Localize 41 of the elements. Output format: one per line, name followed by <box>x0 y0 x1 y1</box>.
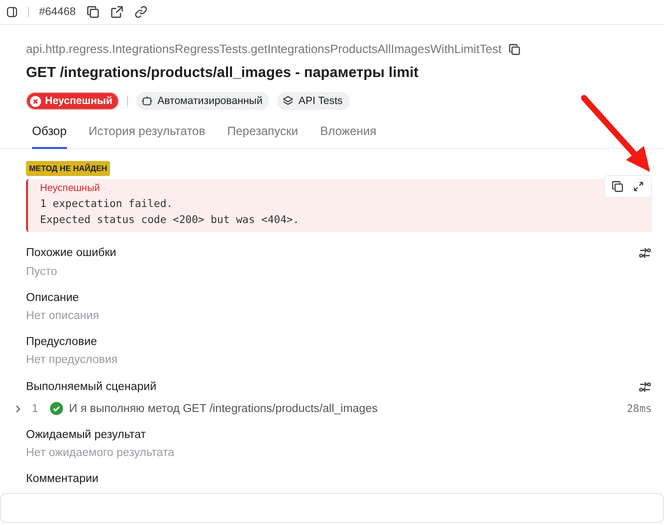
tab[interactable]: Обзор <box>32 120 67 149</box>
copy-icon[interactable] <box>611 180 624 193</box>
copy-icon[interactable] <box>508 42 521 56</box>
check-icon <box>50 402 63 415</box>
step-text: И я выполняю метод GET /integrations/products/all_images <box>69 402 379 414</box>
tab[interactable]: Вложения <box>320 120 376 149</box>
section-title: Комментарии <box>26 473 98 485</box>
tab[interactable]: Перезапуски <box>227 120 298 149</box>
section-value: Пусто <box>26 266 58 278</box>
section-value: Нет предусловия <box>26 354 119 366</box>
comment-field[interactable] <box>0 493 664 523</box>
layers-icon <box>282 95 294 107</box>
test-path: api.http.regress.IntegrationsRegressTests.getIntegrationsProductsAllImagesWithLimitTest <box>26 42 502 56</box>
section-title: Ожидаемый результат <box>26 429 146 441</box>
error-message: 1 expectation failed. <box>40 198 174 210</box>
chevron-icon[interactable] <box>14 404 22 412</box>
expand-icon[interactable] <box>632 180 645 193</box>
step-duration: 28ms <box>626 402 652 414</box>
section-title: Похожие ошибки <box>26 247 116 259</box>
test-title: GET /integrations/products/all_images - параметры limit <box>26 65 420 81</box>
error-message: Expected status code <200> but was <404>. <box>40 214 300 226</box>
tag: API Tests <box>277 92 350 110</box>
tag: Автоматизированный <box>136 92 270 110</box>
section-title: Выполняемый сценарий <box>26 381 156 393</box>
robot-icon <box>141 95 154 107</box>
copy-icon[interactable] <box>86 5 100 19</box>
section-value: Нет ожидаемого результата <box>26 447 176 459</box>
section-title: Описание <box>26 292 79 304</box>
test-id: #64468 <box>39 6 76 18</box>
toggle-icon[interactable] <box>638 246 652 260</box>
section-value: Нет описания <box>26 310 100 322</box>
error-category-badge: МЕТОД НЕ НАЙДЕН <box>26 161 110 176</box>
toggle-icon[interactable] <box>638 380 652 394</box>
external-link-icon[interactable] <box>110 5 124 19</box>
step-number: 1 <box>30 402 40 414</box>
status-badge: Неуспешный <box>26 92 120 110</box>
sidebar-icon[interactable] <box>6 6 18 18</box>
tab[interactable]: История результатов <box>88 120 206 149</box>
error-status: Неуспешный <box>40 183 100 194</box>
section-title: Предусловие <box>26 336 98 348</box>
link-icon[interactable] <box>134 5 148 19</box>
